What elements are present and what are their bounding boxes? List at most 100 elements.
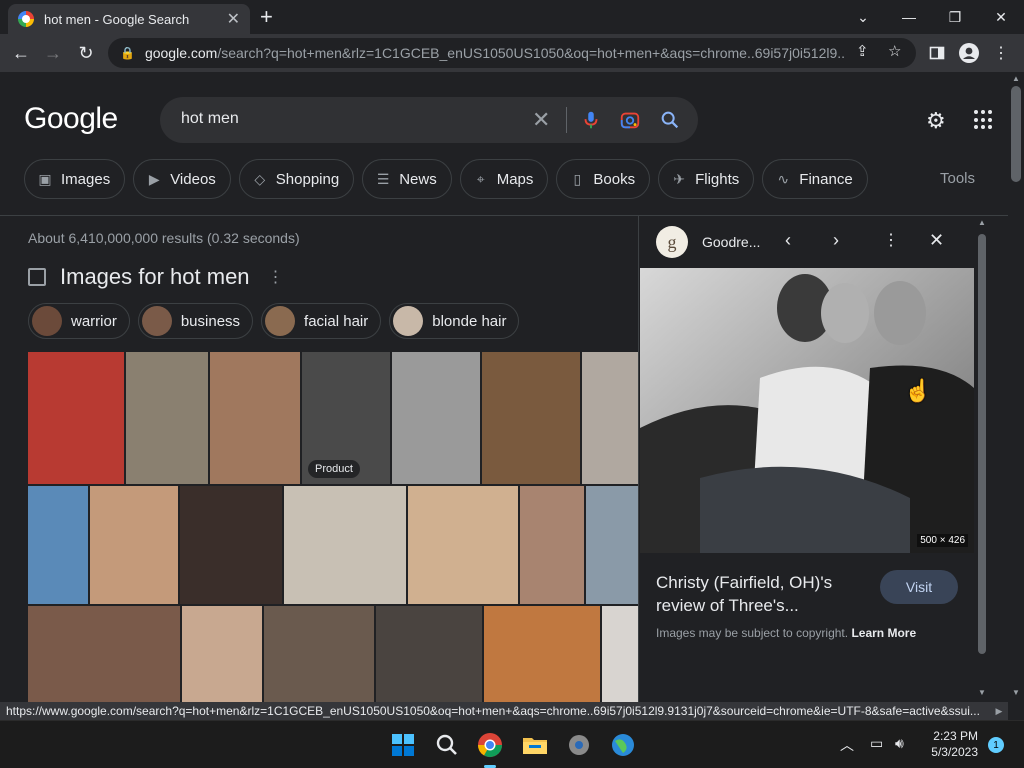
preview-title[interactable]: Christy (Fairfield, OH)'s review of Thre… (656, 571, 866, 617)
close-preview-icon[interactable]: ✕ (929, 230, 944, 251)
file-explorer-icon[interactable] (521, 731, 549, 759)
image-result[interactable] (28, 606, 180, 702)
image-result[interactable] (126, 352, 208, 484)
videos-icon: ▶ (148, 170, 160, 187)
lens-search-icon[interactable] (619, 109, 641, 131)
next-icon[interactable]: › (833, 230, 839, 251)
image-result[interactable] (376, 606, 482, 702)
forward-icon[interactable]: → (40, 40, 66, 66)
back-icon[interactable]: ← (8, 40, 34, 66)
image-result[interactable]: Product (302, 352, 390, 484)
image-result[interactable] (392, 352, 480, 484)
side-panel-icon[interactable] (926, 42, 948, 64)
volume-icon[interactable]: 🔊︎ (895, 735, 904, 752)
image-result[interactable] (482, 352, 580, 484)
tab-close-icon[interactable]: ✕ (227, 9, 240, 29)
chip-maps[interactable]: ⌖ Maps (459, 159, 549, 199)
panel-scroll-thumb[interactable] (978, 234, 986, 654)
image-result[interactable] (28, 352, 124, 484)
address-bar[interactable]: 🔒 google.com/search?q=hot+men&rlz=1C1GCE… (108, 38, 916, 68)
images-section-title[interactable]: Images for hot men (60, 264, 250, 290)
scroll-down-arrow-icon[interactable]: ▼ (1012, 688, 1020, 697)
new-tab-button[interactable]: + (260, 6, 273, 28)
reload-icon[interactable]: ↻ (73, 40, 99, 66)
browser-tab[interactable]: hot men - Google Search ✕ (8, 4, 250, 34)
images-icon: ▣ (38, 170, 52, 187)
chrome-taskbar-icon[interactable] (476, 731, 504, 768)
book-icon: ▯ (573, 170, 582, 187)
clear-search-icon[interactable]: ✕ (532, 107, 550, 133)
edge-globe-icon[interactable] (609, 731, 637, 759)
google-apps-icon[interactable] (974, 110, 994, 130)
search-icon[interactable] (659, 109, 681, 131)
chip-videos[interactable]: ▶ Videos (133, 159, 231, 199)
scroll-up-arrow-icon[interactable]: ▲ (1012, 74, 1020, 83)
voice-search-icon[interactable] (580, 109, 602, 131)
chip-finance[interactable]: ∿ Finance (762, 159, 868, 199)
google-logo[interactable]: Google (24, 102, 118, 136)
scroll-down-arrow-icon[interactable]: ▼ (978, 688, 986, 697)
windows-start-icon[interactable] (389, 731, 417, 759)
refine-chip[interactable]: blonde hair (389, 303, 520, 339)
tab-search-icon[interactable]: ⌄ (840, 4, 886, 30)
image-result[interactable] (264, 606, 374, 702)
taskbar-search-icon[interactable] (433, 731, 461, 759)
preview-image[interactable]: 500 × 426 (640, 268, 974, 553)
image-result[interactable] (284, 486, 406, 604)
image-result[interactable] (210, 352, 300, 484)
chip-images[interactable]: ▣ Images (24, 159, 126, 199)
chip-books[interactable]: ▯ Books (556, 159, 651, 199)
show-hidden-icons[interactable]: ︿ (840, 735, 854, 755)
tools-button[interactable]: Tools (940, 170, 975, 187)
search-box[interactable]: hot men ✕ (160, 97, 698, 143)
restore-button[interactable]: ❐ (932, 4, 978, 30)
page-scroll-thumb[interactable] (1011, 86, 1021, 182)
copyright-text: Images may be subject to copyright. (656, 626, 849, 640)
network-icon[interactable]: ▭ (870, 735, 883, 752)
minimize-button[interactable]: — (886, 4, 932, 30)
lock-icon[interactable]: 🔒 (120, 46, 135, 60)
image-result[interactable] (182, 606, 262, 702)
taskbar-clock[interactable]: 2:23 PM 5/3/2023 (928, 728, 978, 760)
preview-image-art (640, 268, 974, 553)
browser-toolbar: ← → ↻ 🔒 google.com/search?q=hot+men&rlz=… (0, 34, 1024, 72)
image-result[interactable] (484, 606, 600, 702)
chip-news[interactable]: ☰ News (362, 159, 452, 199)
refine-chip[interactable]: business (137, 303, 254, 339)
scroll-up-arrow-icon[interactable]: ▲ (978, 218, 986, 227)
refine-chip[interactable]: warrior (28, 303, 130, 339)
share-icon[interactable]: ⇪ (856, 42, 869, 60)
bookmark-star-icon[interactable]: ☆ (888, 42, 901, 60)
notification-badge[interactable]: 1 (988, 737, 1004, 753)
source-name[interactable]: Goodre... (702, 234, 760, 250)
search-input[interactable]: hot men (181, 110, 239, 128)
chip-flights[interactable]: ✈ Flights (658, 159, 755, 199)
settings-gear-icon[interactable]: ⚙ (926, 108, 946, 134)
profile-icon[interactable] (958, 42, 980, 64)
image-dimensions: 500 × 426 (917, 534, 968, 547)
address-path: /search?q=hot+men&rlz=1C1GCEB_enUS1050US… (217, 45, 845, 61)
image-result[interactable] (586, 486, 638, 604)
image-result[interactable] (582, 352, 638, 484)
more-options-icon[interactable]: ⋮ (883, 230, 899, 250)
window-close-button[interactable]: ✕ (978, 4, 1024, 30)
image-result[interactable] (90, 486, 178, 604)
visit-button[interactable]: Visit (880, 570, 958, 604)
source-favicon[interactable]: g (656, 226, 688, 258)
more-options-icon[interactable]: ⋮ (268, 267, 284, 287)
panel-scrollbar[interactable]: ▲ ▼ (975, 216, 989, 702)
refine-chip[interactable]: facial hair (261, 303, 382, 339)
learn-more-link[interactable]: Learn More (851, 626, 916, 640)
settings-taskbar-icon[interactable] (565, 731, 593, 759)
chip-label: Images (61, 170, 111, 188)
chrome-menu-icon[interactable]: ⋮ (990, 42, 1012, 64)
page-scrollbar[interactable]: ▲ ▼ (1008, 72, 1024, 702)
image-result[interactable] (520, 486, 584, 604)
scroll-right-arrow-icon[interactable]: ▶ (990, 702, 1008, 720)
previous-icon[interactable]: ‹ (785, 230, 791, 251)
image-result[interactable] (602, 606, 638, 702)
image-result[interactable] (180, 486, 282, 604)
image-result[interactable] (408, 486, 518, 604)
chip-shopping[interactable]: ◇ Shopping (238, 159, 355, 199)
image-result[interactable] (28, 486, 88, 604)
